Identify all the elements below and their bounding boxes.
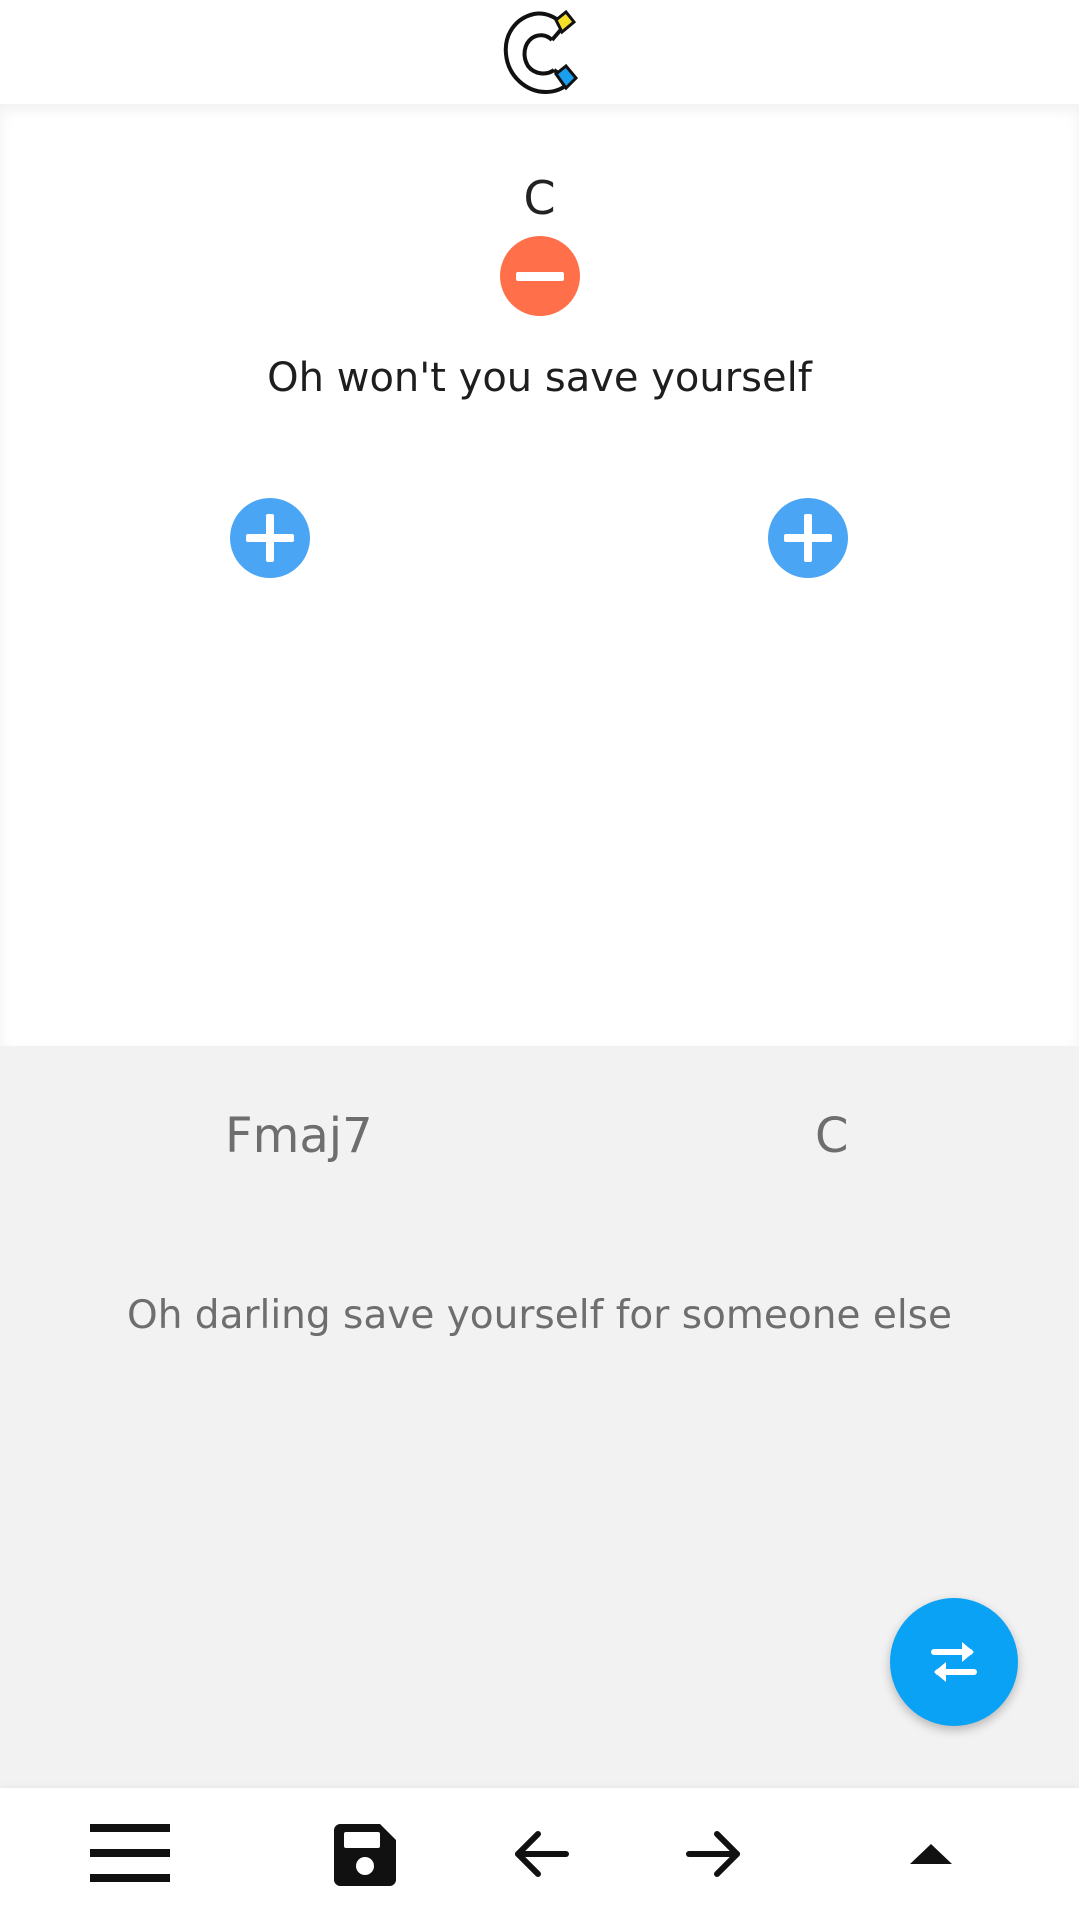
plus-icon-vertical: [266, 514, 274, 562]
arrow-left-icon: [515, 1831, 569, 1877]
active-lyric-text[interactable]: Oh won't you save yourself: [0, 348, 1079, 408]
chordpro-logo-icon[interactable]: [500, 6, 582, 100]
caret-up-icon: [910, 1844, 952, 1864]
remove-chord-button[interactable]: [500, 236, 580, 316]
menu-button[interactable]: [70, 1788, 170, 1919]
active-line-editor: C Oh won't you save yourself: [0, 104, 1079, 1046]
previous-line-button[interactable]: [500, 1788, 580, 1919]
minus-icon: [516, 272, 564, 281]
arrow-right-icon: [686, 1831, 740, 1877]
swap-arrows-icon: [931, 1642, 977, 1682]
active-chord-label[interactable]: C: [0, 168, 1079, 228]
save-button[interactable]: [318, 1788, 408, 1919]
next-chord-2: C: [815, 1108, 849, 1164]
add-chord-button-left[interactable]: [230, 498, 310, 578]
plus-icon-vertical: [804, 514, 812, 562]
app-root: C Oh won't you save yourself Fmaj7 C Oh …: [0, 0, 1079, 1919]
next-line-button[interactable]: [675, 1788, 755, 1919]
next-chord-1: Fmaj7: [225, 1108, 373, 1164]
menu-icon: [90, 1824, 170, 1882]
save-icon: [334, 1824, 396, 1886]
next-lyric-text: Oh darling save yourself for someone els…: [127, 1293, 952, 1338]
swap-button[interactable]: [890, 1598, 1018, 1726]
header: [0, 0, 1079, 104]
collapse-up-button[interactable]: [890, 1788, 970, 1919]
bottom-toolbar: [0, 1788, 1079, 1919]
add-chord-button-right[interactable]: [768, 498, 848, 578]
